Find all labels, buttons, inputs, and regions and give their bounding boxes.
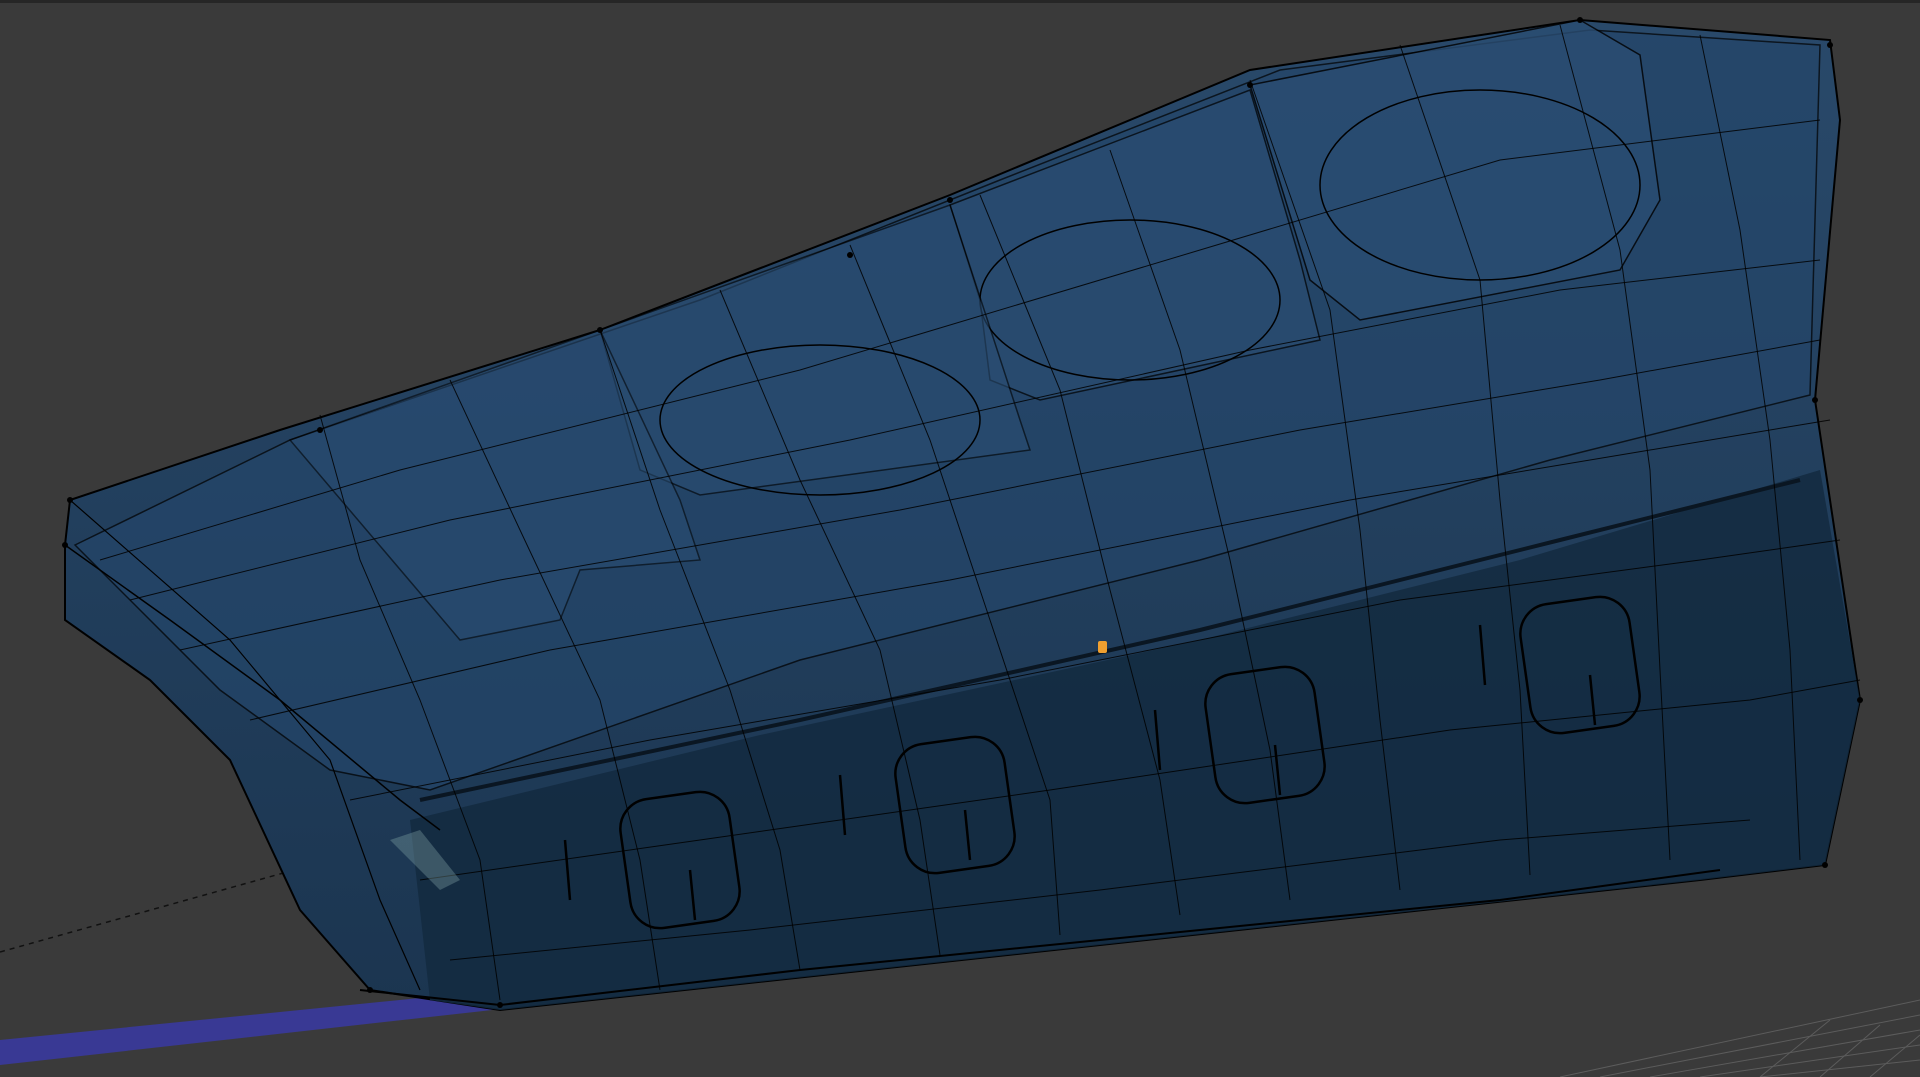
mesh-object-hull[interactable] bbox=[64, 18, 1862, 1012]
relationship-line bbox=[0, 859, 331, 953]
floor-grid bbox=[1559, 999, 1920, 1077]
viewport-canvas[interactable] bbox=[0, 0, 1920, 1077]
object-origin-marker[interactable] bbox=[1098, 641, 1107, 653]
3d-viewport[interactable] bbox=[0, 0, 1920, 1077]
x-axis-line bbox=[0, 990, 510, 1065]
